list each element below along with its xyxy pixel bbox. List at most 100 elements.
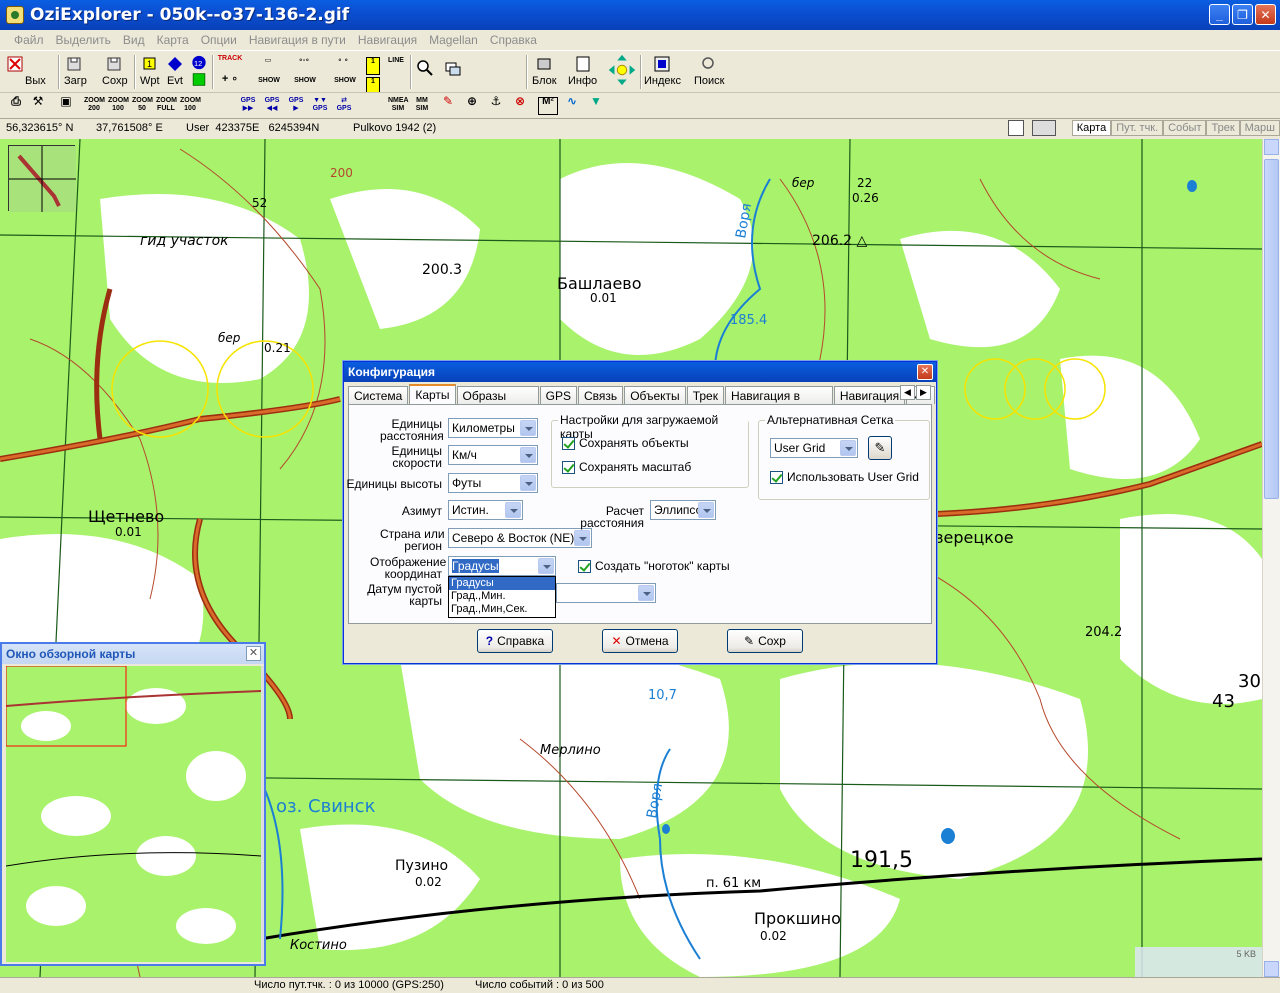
- menu-map[interactable]: Карта: [157, 33, 189, 47]
- maximize-button[interactable]: ❐: [1232, 4, 1253, 25]
- menu-options[interactable]: Опции: [201, 33, 237, 47]
- m2-icon[interactable]: M²: [538, 97, 558, 115]
- scroll-up-arrow[interactable]: [1264, 139, 1279, 155]
- crosshair-icon[interactable]: ⊕: [462, 95, 482, 115]
- azimuth-select[interactable]: Истин.: [448, 500, 523, 520]
- gps-5-icon[interactable]: ⇄ GPS: [334, 97, 354, 115]
- tab-gps[interactable]: GPS: [539, 386, 578, 404]
- nmea-sim-button[interactable]: NMEA SIM: [388, 97, 409, 115]
- cancel-button[interactable]: ✕ Отмена: [602, 629, 678, 653]
- track-add-icon[interactable]: + ∘: [216, 74, 244, 93]
- exit-label-wrap[interactable]: Вых: [25, 55, 46, 89]
- help-button[interactable]: ? Справка: [477, 629, 553, 653]
- overview-window[interactable]: Окно обзорной карты ✕: [0, 642, 266, 966]
- mode-tab-map[interactable]: Карта: [1071, 120, 1112, 136]
- save-objects-checkbox[interactable]: Сохранять объекты: [562, 436, 689, 450]
- mode-tab-route[interactable]: Марш: [1239, 120, 1280, 136]
- exit-button[interactable]: [6, 55, 24, 89]
- gps-4-icon[interactable]: ▼▼ GPS: [310, 97, 330, 115]
- stop-icon[interactable]: ⊗: [510, 95, 530, 115]
- overview-close-button[interactable]: ✕: [246, 646, 261, 661]
- pts-icon[interactable]: ∘ ∘: [332, 57, 354, 75]
- tab-navigation[interactable]: Навигация: [833, 386, 906, 404]
- coord-display-dropdown[interactable]: Градусы Град.,Мин. Град.,Мин,Сек.: [448, 576, 556, 618]
- map-image-icon[interactable]: [1008, 120, 1024, 136]
- info-button[interactable]: Инфо: [568, 55, 597, 89]
- close-button[interactable]: ✕: [1255, 4, 1276, 25]
- distance-units-select[interactable]: Километры: [448, 418, 538, 438]
- mode-tab-waypoints[interactable]: Пут. тчк.: [1111, 120, 1164, 136]
- menu-magellan[interactable]: Magellan: [429, 33, 478, 47]
- menu-view[interactable]: Вид: [123, 33, 145, 47]
- grid-settings-button[interactable]: ✎: [868, 436, 892, 460]
- load-button[interactable]: Загр: [64, 55, 87, 89]
- block-button[interactable]: Блок: [532, 55, 557, 89]
- zoom-200-button[interactable]: ZOOM 200: [84, 97, 105, 115]
- gps-3-icon[interactable]: GPS ▶: [286, 97, 306, 115]
- event-button[interactable]: Evt: [166, 55, 184, 89]
- scroll-down-arrow[interactable]: [1264, 961, 1279, 977]
- use-user-grid-checkbox[interactable]: Использовать User Grid: [770, 470, 919, 484]
- signal-icon[interactable]: ▼: [586, 95, 606, 115]
- menu-navigation[interactable]: Навигация: [358, 33, 417, 47]
- dialog-save-button[interactable]: ✎ Сохр: [727, 629, 803, 653]
- anchor-icon[interactable]: ⚓: [486, 95, 506, 115]
- option-degrees[interactable]: Градусы: [449, 577, 555, 590]
- gps-2-icon[interactable]: GPS ◀◀: [262, 97, 282, 115]
- scroll-thumb[interactable]: [1264, 159, 1279, 499]
- search-button[interactable]: Поиск: [694, 55, 724, 89]
- menu-file[interactable]: Файл: [14, 33, 44, 47]
- waypoint-button[interactable]: 1 Wpt: [140, 55, 160, 89]
- tab-track[interactable]: Трек: [686, 386, 724, 404]
- tab-scroll-right[interactable]: ▶: [916, 385, 931, 400]
- print-icon[interactable]: ⎙: [6, 95, 26, 115]
- save-map-icon[interactable]: [1032, 120, 1056, 136]
- mm-sim-button[interactable]: MM SIM: [412, 97, 432, 115]
- tab-moving-map[interactable]: Навигация в пути: [724, 386, 833, 417]
- zoom-50-button[interactable]: ZOOM 50: [132, 97, 153, 115]
- wpt-one-icon[interactable]: 1: [366, 57, 380, 75]
- route-button[interactable]: 12: [190, 55, 208, 89]
- line-button[interactable]: LINE: [386, 57, 406, 75]
- pan-button[interactable]: [606, 53, 638, 87]
- zoom-100b-button[interactable]: ZOOM 100: [180, 97, 201, 115]
- save-button[interactable]: Сохр: [102, 55, 128, 89]
- option-deg-min-sec[interactable]: Град.,Мин,Сек.: [449, 603, 555, 616]
- minimize-button[interactable]: _: [1209, 4, 1230, 25]
- nmea-icon[interactable]: ✎: [438, 95, 458, 115]
- menu-select[interactable]: Выделить: [56, 33, 111, 47]
- save-scale-checkbox[interactable]: Сохранять масштаб: [562, 460, 691, 474]
- magnifier-button[interactable]: [416, 59, 434, 93]
- tab-system[interactable]: Система: [348, 386, 409, 404]
- country-select[interactable]: Северо & Восток (NE): [448, 528, 592, 548]
- menu-help[interactable]: Справка: [490, 33, 537, 47]
- mode-tab-events[interactable]: Событ: [1163, 120, 1207, 136]
- menu-moving-map[interactable]: Навигация в пути: [249, 33, 346, 47]
- track-box-icon[interactable]: ▭: [256, 57, 280, 75]
- coord-display-select[interactable]: Градусы: [448, 556, 556, 576]
- tab-map-images[interactable]: Образы карт: [456, 386, 539, 417]
- overview-scrollbar[interactable]: [261, 666, 264, 962]
- map-thumbnail[interactable]: [8, 145, 76, 212]
- create-nail-checkbox[interactable]: Создать "ноготок" карты: [578, 559, 730, 573]
- profile-icon[interactable]: ∿: [562, 95, 582, 115]
- dialog-close-button[interactable]: ✕: [917, 364, 933, 380]
- route-icon[interactable]: ∘-∘: [292, 57, 316, 75]
- tab-maps[interactable]: Карты: [409, 384, 456, 405]
- calibrate-icon[interactable]: ⚒: [28, 95, 48, 115]
- track-button[interactable]: TRACK: [216, 55, 244, 73]
- tab-comm[interactable]: Связь: [578, 386, 624, 404]
- tab-scroll-left[interactable]: ◀: [900, 385, 915, 400]
- grid-select[interactable]: User Grid: [770, 438, 858, 458]
- distance-calc-select[interactable]: Эллипсо: [650, 500, 716, 520]
- mode-tab-track[interactable]: Трек: [1206, 120, 1240, 136]
- vertical-scrollbar[interactable]: [1262, 139, 1280, 977]
- index-button[interactable]: Индекс: [644, 55, 681, 89]
- altitude-units-select[interactable]: Футы: [448, 473, 538, 493]
- map-window-icon[interactable]: ▣: [56, 95, 76, 115]
- windows-button[interactable]: [444, 59, 462, 93]
- datum-select[interactable]: [556, 583, 656, 603]
- speed-units-select[interactable]: Км/ч: [448, 445, 538, 465]
- overview-map[interactable]: [6, 666, 261, 962]
- zoom-full-button[interactable]: ZOOM FULL: [156, 97, 177, 115]
